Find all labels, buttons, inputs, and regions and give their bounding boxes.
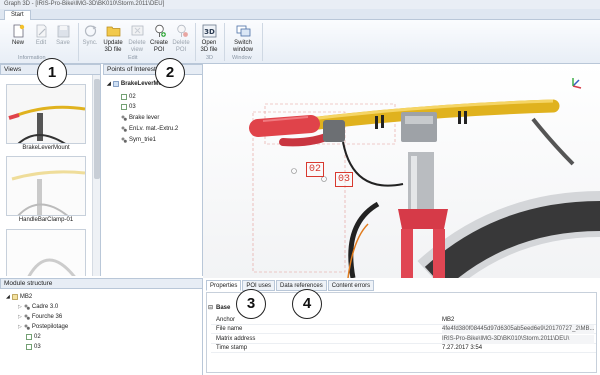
module-structure-header: Module structure: [0, 278, 203, 289]
property-row[interactable]: Anchor MB2: [211, 316, 596, 325]
component-icon: [121, 137, 127, 143]
module-tree-item[interactable]: ▷ Fourche 36: [18, 314, 62, 320]
save-button[interactable]: Save: [54, 24, 72, 47]
new-document-icon: [13, 24, 24, 38]
3d-file-icon: 3D: [202, 24, 216, 38]
collapse-icon: ◢: [6, 294, 10, 300]
property-row[interactable]: Time stamp 7.27.2017 3:54: [211, 344, 596, 353]
sync-button[interactable]: Sync.: [81, 24, 99, 47]
module-tree-item[interactable]: ▷ Cadre 3.0: [18, 304, 58, 310]
expand-icon[interactable]: ▷: [18, 324, 22, 330]
views-panel: BrakeLeverMount HandleBarClamp-01: [0, 75, 101, 276]
poi-tree-item[interactable]: Sym_trie1: [121, 137, 156, 143]
bike-frame-image: [7, 230, 85, 276]
properties-tabs: Properties POI uses Data references Cont…: [206, 280, 375, 291]
callout-4: 4: [292, 289, 322, 319]
collapse-icon: ◢: [107, 81, 111, 87]
expand-icon[interactable]: ▷: [18, 304, 22, 310]
poi-label-02[interactable]: 02: [306, 162, 325, 177]
new-button[interactable]: New: [8, 24, 28, 47]
poi-header: Points of Interest: [103, 64, 203, 75]
view-label[interactable]: BrakeLeverMount: [6, 145, 86, 151]
property-row[interactable]: File name 4fe4fd380f08445d97d6305ab5eed6…: [211, 325, 596, 334]
component-icon: [24, 324, 30, 330]
group-information-label: Information: [18, 55, 46, 61]
3d-viewport[interactable]: 02 03: [203, 64, 600, 278]
poi-tree-item[interactable]: EnLv. mat.-Extru.2: [121, 126, 178, 132]
edit-button[interactable]: Edit: [32, 24, 50, 47]
save-icon: [57, 25, 69, 38]
create-poi-button[interactable]: Create POI: [149, 24, 169, 53]
handlebar-clamp-image: [7, 157, 85, 215]
module-icon: [12, 294, 18, 300]
update-3d-file-button[interactable]: Update 3D file: [101, 24, 125, 53]
tab-start[interactable]: Start: [4, 10, 31, 20]
bike-front-image: [7, 85, 85, 143]
switch-window-button[interactable]: Switch window: [228, 24, 258, 53]
open-3d-file-button[interactable]: 3D Open 3D file: [198, 24, 220, 53]
poi-marker-icon: [121, 94, 127, 100]
callout-3: 3: [236, 289, 266, 319]
folder-update-icon: [106, 26, 120, 37]
callout-1: 1: [37, 58, 67, 88]
view-thumbnail[interactable]: [6, 84, 86, 144]
poi-marker-icon: [26, 334, 32, 340]
module-tree-item[interactable]: ▷ Postepilotage: [18, 324, 68, 330]
callout-2: 2: [155, 58, 185, 88]
group-3d-label: 3D: [206, 55, 214, 61]
component-icon: [24, 314, 30, 320]
poi-tree-item[interactable]: 03: [121, 104, 136, 110]
ribbon-separator: [224, 23, 225, 61]
section-base[interactable]: ⊟ Base: [208, 304, 596, 313]
module-tree-root[interactable]: ◢ MB2: [6, 294, 32, 300]
poi-tree-item[interactable]: Brake lever: [121, 115, 159, 121]
view-thumbnail[interactable]: [6, 156, 86, 216]
bike-3d-model: [249, 78, 600, 278]
module-structure-panel: ◢ MB2 ▷ Cadre 3.0 ▷ Fourche 36 ▷ Postepi…: [0, 289, 203, 375]
views-scrollbar[interactable]: [92, 75, 100, 276]
ribbon-separator: [78, 23, 79, 61]
group-window-label: Window: [232, 55, 252, 61]
delete-view-button[interactable]: Delete view: [127, 24, 147, 53]
svg-text:3D: 3D: [204, 28, 215, 36]
delete-poi-icon: [176, 24, 188, 37]
poi-marker-icon: [26, 344, 32, 350]
module-tree-item[interactable]: 03: [26, 344, 41, 350]
group-edit-label: Edit: [128, 55, 138, 61]
property-row[interactable]: Matrix address IRIS-Pro-Bike\IMG-3D\BK01…: [211, 335, 596, 344]
component-icon: [121, 126, 127, 132]
edit-icon: [36, 24, 46, 38]
view-thumbnail[interactable]: [6, 229, 86, 276]
tab-content-errors[interactable]: Content errors: [327, 280, 375, 291]
ribbon-separator: [195, 23, 196, 61]
window-title: Graph 3D - [IRIS-Pro-Bike\IMG-3D\BK010\S…: [0, 0, 600, 9]
poi-panel: ◢ BrakeLeverMo... 02 03 Brake lever EnLv…: [103, 75, 203, 276]
component-icon: [24, 304, 30, 310]
3d-object-icon: [113, 81, 119, 87]
properties-panel: Properties POI uses Data references Cont…: [203, 278, 600, 375]
expand-icon[interactable]: ▷: [18, 314, 22, 320]
scrollbar-thumb[interactable]: [94, 79, 100, 179]
ribbon: New Edit Save Information Sync. Update 3…: [0, 20, 600, 64]
poi-tree-item[interactable]: 02: [121, 94, 136, 100]
poi-marker-icon: [121, 104, 127, 110]
sync-icon: [84, 25, 96, 37]
ribbon-separator: [262, 23, 263, 61]
delete-view-icon: [131, 25, 143, 36]
view-label[interactable]: HandleBarClamp-01: [6, 217, 86, 223]
switch-window-icon: [236, 25, 250, 37]
tab-properties[interactable]: Properties: [206, 280, 242, 291]
poi-label-03[interactable]: 03: [335, 172, 354, 187]
module-tree-item[interactable]: 02: [26, 334, 41, 340]
collapse-section-icon[interactable]: ⊟: [208, 304, 213, 313]
delete-poi-button[interactable]: Delete POI: [171, 24, 191, 53]
ribbon-tab-row: Start: [0, 9, 600, 20]
component-icon: [121, 115, 127, 121]
create-poi-icon: [154, 24, 166, 37]
